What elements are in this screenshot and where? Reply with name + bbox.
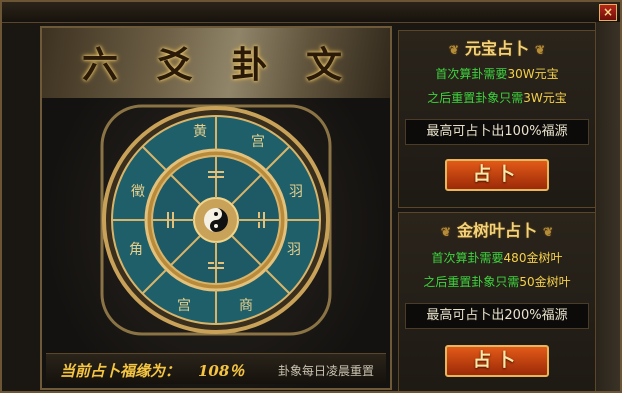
title-char: 爻	[156, 44, 193, 86]
cost-line-reset: 之后重置卦象只需50金树叶	[399, 273, 595, 290]
max-blessing-box: 最高可占卜出200%福源	[405, 303, 589, 329]
cost-prefix: 首次算卦需要	[431, 251, 504, 265]
gold-leaf-divination-panel: ❦ 金树叶占卜 ❦ 首次算卦需要480金树叶 之后重置卦象只需50金树叶 最高可占卜…	[398, 212, 596, 391]
cost-amount: 30W元宝	[507, 67, 559, 81]
cost-amount: 3W元宝	[523, 91, 567, 105]
ring-char: 黄	[193, 123, 207, 140]
panel-heading: ❦ 金树叶占卜 ❦	[399, 217, 595, 241]
ornament-icon: ❦	[448, 43, 459, 57]
cost-amount: 480金树叶	[503, 251, 563, 265]
ring-char: 徵	[131, 184, 145, 200]
ring-char: 商	[239, 298, 253, 314]
title-char: 文	[305, 44, 342, 86]
ring-char: 宫	[177, 298, 191, 314]
cost-line-first: 首次算卦需要480金树叶	[399, 249, 595, 266]
panel-title-text: 金树叶占卜	[456, 221, 537, 240]
reset-note: 卦象每日凌晨重置	[278, 364, 375, 378]
cost-amount: 50金树叶	[519, 275, 571, 289]
luck-label: 当前占卜福缘为：	[60, 362, 181, 380]
cost-prefix: 首次算卦需要	[435, 67, 508, 81]
panel-title: 六 爻 卦 文	[82, 34, 342, 90]
ring-char: 羽	[289, 184, 303, 200]
ornament-icon: ❦	[535, 43, 546, 57]
ring-char: 角	[129, 242, 143, 258]
divination-window: × 六 爻 卦 文 黄 宫 羽 羽 商 宫 角 徵 当前占卜福缘为： 108％ …	[0, 0, 622, 393]
divination-wheel-panel: 六 爻 卦 文 黄 宫 羽 羽 商 宫 角 徵 当前占卜福缘为： 108％ 卦象…	[40, 26, 392, 390]
taiji-icon	[204, 208, 228, 232]
window-titlebar	[2, 2, 620, 23]
ornament-icon: ❦	[440, 225, 451, 239]
luck-footer: 当前占卜福缘为： 108％ 卦象每日凌晨重置	[46, 353, 386, 384]
ring-char: 羽	[287, 242, 301, 258]
yuanbao-divine-button[interactable]: 占卜	[445, 159, 549, 191]
luck-value: 108％	[198, 362, 245, 380]
title-char: 卦	[231, 44, 268, 86]
max-blessing-box: 最高可占卜出100%福源	[405, 119, 589, 145]
bagua-wheel[interactable]: 黄 宫 羽 羽 商 宫 角 徵	[96, 100, 336, 340]
title-char: 六	[82, 44, 119, 86]
cost-prefix: 之后重置卦象只需	[427, 91, 524, 105]
ornament-icon: ❦	[543, 225, 554, 239]
panel-title-text: 元宝占卜	[464, 39, 529, 58]
cost-line-reset: 之后重置卦象只需3W元宝	[399, 89, 595, 106]
close-button[interactable]: ×	[599, 4, 617, 21]
gold-leaf-divine-button[interactable]: 占卜	[445, 345, 549, 377]
side-frame	[595, 22, 620, 391]
cost-prefix: 之后重置卦象只需	[423, 275, 520, 289]
panel-heading: ❦ 元宝占卜 ❦	[399, 35, 595, 59]
ring-char: 宫	[251, 134, 265, 150]
yuanbao-divination-panel: ❦ 元宝占卜 ❦ 首次算卦需要30W元宝 之后重置卦象只需3W元宝 最高可占卜出10…	[398, 30, 596, 208]
cost-line-first: 首次算卦需要30W元宝	[399, 65, 595, 82]
